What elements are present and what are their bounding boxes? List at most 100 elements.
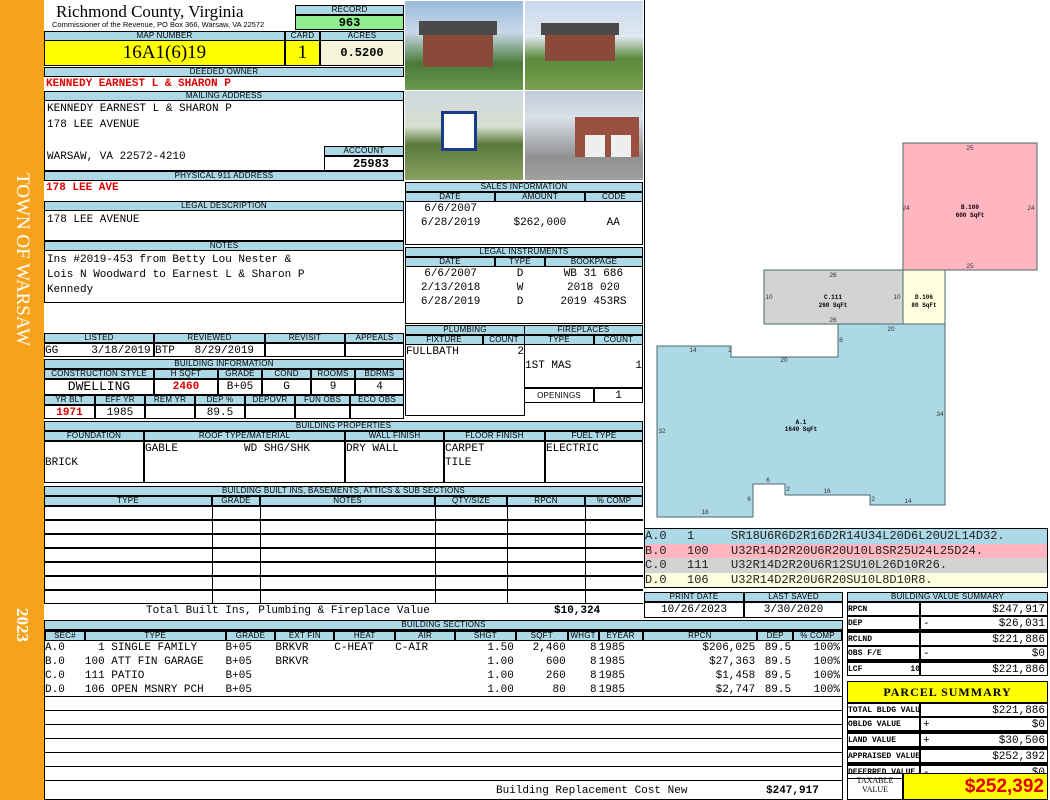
cell: 1.50	[487, 642, 514, 654]
sketch-dimension: 18	[701, 509, 709, 516]
header-row: FIXTURE COUNT	[405, 335, 525, 345]
cell	[334, 767, 395, 780]
cell	[525, 373, 594, 387]
legend-sec: C.0	[645, 558, 667, 572]
summary-row: TOTAL BLDG VALUE $221,886	[847, 703, 1048, 717]
summary-name: TOTAL BLDG VALUE	[847, 703, 920, 717]
legal-instruments-table: LEGAL INSTRUMENTS DATE TYPE BOOKPAGE 6/6/200…	[405, 247, 643, 324]
cell	[275, 697, 334, 710]
cell	[226, 697, 276, 710]
column-header: TYPE	[44, 496, 212, 506]
cell: FULLBATH	[406, 346, 459, 358]
summary-name: OBLDG VALUE	[847, 717, 920, 731]
cell	[545, 309, 642, 323]
column-header: DATE	[405, 257, 495, 267]
empty-cell	[44, 534, 212, 548]
cell: $2,747	[715, 684, 756, 696]
cell: 8	[590, 684, 597, 696]
summary-name: RCLND	[847, 632, 920, 646]
building-properties-label: BUILDING PROPERTIES	[44, 421, 643, 431]
empty-cell	[507, 576, 585, 590]
cell: 6/6/2007	[424, 268, 478, 280]
cell	[757, 767, 793, 780]
column-header: RPCN	[507, 496, 585, 506]
cell: D	[516, 296, 524, 308]
legend-vec: U32R14D2R20U6R20U10L8SR25U24L25D24.	[731, 543, 984, 558]
cell: 1.00	[487, 684, 514, 696]
property-photo-1[interactable]	[405, 1, 523, 90]
building-property-value: CARPET TILE	[444, 441, 545, 483]
cell	[495, 202, 584, 216]
column-header: LISTED	[44, 333, 154, 343]
last-saved: 3/30/2020	[744, 602, 843, 618]
cell	[599, 739, 643, 752]
header-row: CONSTRUCTION STYLE H SQFT GRADE COND ROOMS BD…	[44, 369, 404, 379]
plumbing-label: PLUMBING	[405, 325, 525, 335]
cell: B+05	[225, 642, 252, 654]
summary-row: OBS F/E - $0	[847, 646, 1048, 660]
cell	[599, 767, 643, 780]
cell: W	[516, 282, 524, 294]
empty-cell	[585, 520, 643, 534]
map-number: 16A1(6)19	[44, 40, 285, 66]
sketch-dimension: 2	[871, 496, 875, 503]
empty-cell	[435, 562, 507, 576]
replacement-cost: $247,917	[766, 785, 819, 797]
property-photo-3[interactable]	[405, 91, 523, 180]
legend-vec: U32R14D2R20U6R20SU10L8D10R8.	[731, 572, 933, 587]
account-label: ACCOUNT	[324, 146, 404, 156]
cell: 100%	[813, 656, 840, 668]
cell: $262,000	[513, 217, 567, 229]
building-properties-table: FOUNDATION ROOF TYPE/MATERIAL WALL FINISH F…	[44, 431, 643, 483]
empty-cell	[507, 506, 585, 520]
review-value: BTP 8/29/2019	[154, 343, 265, 357]
cell	[568, 739, 599, 752]
cell	[585, 230, 643, 244]
cell: 2/13/2018	[420, 282, 481, 294]
taxable-value: $252,392	[903, 773, 1048, 800]
table-row: 1ST MAS 1	[524, 359, 643, 373]
header-row: YR BLT EFF YR REM YR DEP % DEPOVR FUN OBS ECO …	[44, 395, 404, 405]
sketch-dimension: 16	[823, 488, 831, 495]
table-row	[405, 373, 525, 387]
column-header: WHGT	[567, 631, 599, 641]
county-subtitle: Commissioner of the Revenue, PO Box 366,…	[52, 20, 265, 29]
legend-code: 100	[687, 543, 709, 558]
sketch-dimension: 32	[658, 428, 666, 435]
cell	[643, 767, 758, 780]
summary-value: $0	[1031, 648, 1045, 660]
empty-cell	[260, 520, 435, 534]
sketch-dimension: 25	[966, 263, 974, 270]
property-photo-2[interactable]	[525, 1, 643, 90]
building-info-value: G	[262, 379, 311, 395]
tax-year: 2023	[13, 608, 32, 642]
table-row: BRICK GABLE WD SHG/SHK DRY WALL CARPET TILE…	[44, 441, 643, 483]
header-row: TYPE COUNT	[524, 335, 643, 345]
cell: 106 OPEN MSNRY PCH	[84, 684, 204, 696]
empty-cell	[44, 576, 212, 590]
empty-cell	[435, 534, 507, 548]
sketch-dimension: 34	[936, 411, 944, 418]
empty-cell	[435, 506, 507, 520]
cell	[568, 767, 599, 780]
building-info-value	[350, 405, 404, 419]
town-name: TOWN OF WARSAW	[12, 173, 33, 347]
cell: $206,025	[702, 642, 756, 654]
building-sketch[interactable]: A.1 1640 SqFt B.100 600 SqFt C.111 260 SqFt…	[644, 0, 1050, 528]
column-header: SQFT	[515, 631, 568, 641]
empty-row	[44, 562, 643, 576]
property-photo-4[interactable]	[525, 91, 643, 180]
parcel-summary-table: TOTAL BLDG VALUE $221,886 OBLDG VALUE + $0 LA…	[847, 703, 1048, 779]
column-header: EFF YR	[95, 395, 145, 405]
cell: D.0	[45, 684, 65, 696]
cell	[406, 359, 483, 373]
summary-value-cell: + $0	[920, 717, 1048, 731]
cell: 8	[590, 670, 597, 682]
cell: BRKVR	[275, 656, 309, 668]
account-number: 25983	[324, 156, 404, 171]
sketch-label-a: A.1	[796, 419, 807, 426]
cell	[757, 711, 793, 724]
cell	[516, 753, 568, 766]
empty-cell	[507, 520, 585, 534]
sketch-dimension: 6	[747, 496, 751, 503]
